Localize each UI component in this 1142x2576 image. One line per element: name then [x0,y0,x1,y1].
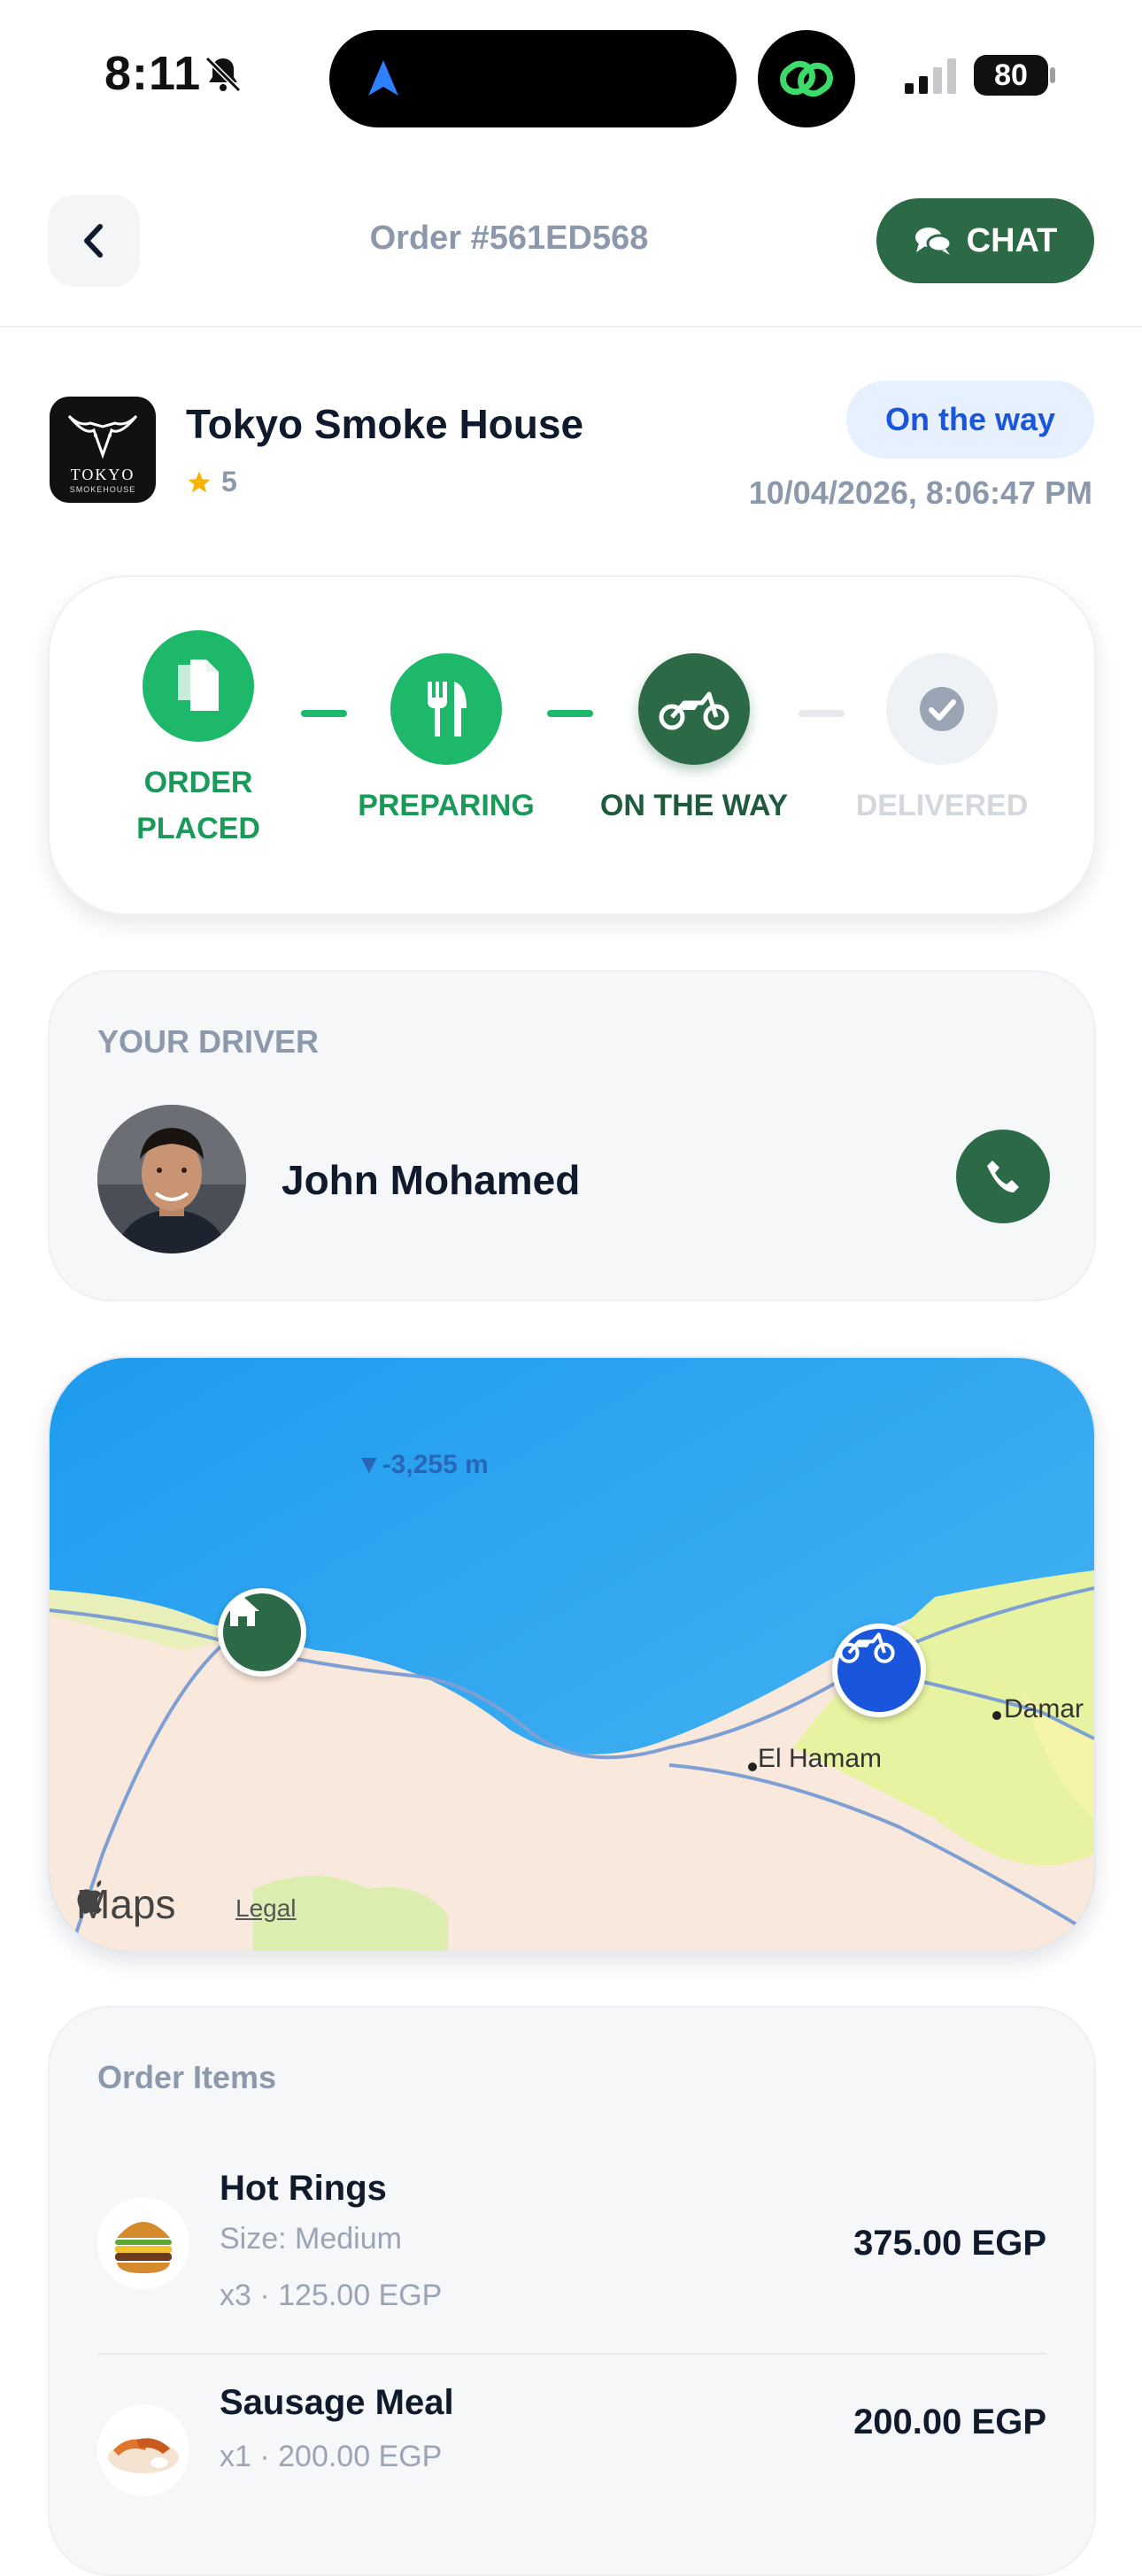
utensils-icon [428,682,467,737]
step-order-placed: ORDER PLACED [83,630,313,852]
document-icon [178,659,219,711]
map-place-label: El Hamam [758,1744,883,1773]
item-size: Size: Medium [220,2222,402,2256]
item-qty-price: x1 · 200.00 EGP [220,2440,443,2473]
driver-caption: YOUR DRIVER [97,1023,320,1060]
restaurant-rating: 5 [186,466,237,498]
chevron-left-icon [84,224,103,258]
order-item: Hot Rings Size: Medium x3 · 125.00 EGP 3… [97,2169,1046,2319]
step-preparing-label: PREPARING [358,789,535,822]
apple-maps-logo: Maps [76,1880,175,1928]
navigation-arrow-icon [368,60,398,96]
driver-location-pin[interactable] [832,1623,926,1717]
restaurant-logo: TOKYO SMOKEHOUSE [50,397,156,503]
driver-avatar [97,1105,246,1253]
driver-card: YOUR DRIVER John Mohamed [48,970,1096,1301]
call-driver-button[interactable] [956,1130,1050,1223]
step-on-the-way: ON THE WAY [579,653,809,829]
map-place-label: Damar [1004,1694,1084,1724]
step-delivered-circle [886,653,998,765]
order-title: Order #561ED568 [369,220,649,257]
item-total: 375.00 EGP [853,2224,1046,2263]
item-total: 200.00 EGP [853,2402,1046,2441]
driver-name: John Mohamed [282,1157,581,1203]
restaurant-name[interactable]: Tokyo Smoke House [186,400,583,448]
item-name: Hot Rings [220,2169,387,2208]
item-divider [97,2353,1046,2355]
dynamic-island [329,30,737,127]
legal-link[interactable]: Legal [235,1894,297,1923]
bull-logo-icon [67,414,138,459]
step-on-the-way-circle [638,653,750,765]
depth-label: ▼-3,255 m [356,1450,489,1479]
burger-icon [115,2222,172,2273]
clock: 8:11 [104,47,202,100]
step-on-the-way-label: ON THE WAY [599,789,789,822]
phone-icon [987,1161,1019,1192]
item-qty-price: x3 · 125.00 EGP [220,2279,443,2312]
step-delivered-label: DELIVERED [855,789,1029,822]
link-app-icon [758,30,855,127]
step-delivered: DELIVERED [827,653,1057,829]
home-icon [226,1596,259,1626]
top-bar: Order #561ED568 CHAT [0,177,1142,328]
chat-button-label: CHAT [966,221,1058,259]
item-thumbnail [97,2404,189,2496]
order-item: Sausage Meal x1 · 200.00 EGP 200.00 EGP [97,2383,1046,2534]
apple-icon [77,1880,102,1914]
order-items-caption: Order Items [97,2059,277,2095]
order-timestamp: 10/04/2026, 8:06:47 PM [748,474,1092,511]
star-icon [188,471,211,492]
status-bar: 8:11 80 [0,0,1142,159]
order-status-badge: On the way [846,381,1094,459]
back-button[interactable] [48,195,140,287]
order-items-card: Order Items Hot Rings Size: Medium x3 · … [48,2006,1096,2576]
check-circle-icon [920,687,964,731]
sausage-meal-icon [108,2438,179,2473]
motorcycle-icon [838,1632,895,1663]
step-order-placed-label: ORDER PLACED [136,766,260,845]
logo-text-sub: SMOKEHOUSE [69,485,136,494]
delivery-map[interactable]: ▼-3,255 m El Hamam Damar Maps Legal [48,1356,1096,1953]
rating-value: 5 [221,466,237,497]
chat-bubbles-icon [914,228,953,255]
item-thumbnail [97,2197,189,2289]
signal-icon [905,58,956,94]
motorcycle-icon [659,691,729,730]
logo-text-main: TOKYO [70,466,135,483]
home-location-pin[interactable] [218,1588,306,1677]
step-preparing-circle [390,653,502,765]
battery-tip [1050,67,1055,83]
order-progress-tracker: ORDER PLACED PREPARING ON THE WAY DELIVE… [48,575,1096,915]
battery-indicator: 80 [974,55,1048,96]
step-preparing: PREPARING [331,653,561,829]
chat-button[interactable]: CHAT [876,198,1094,283]
bell-muted-icon [204,56,242,93]
item-name: Sausage Meal [220,2383,454,2422]
step-order-placed-circle [143,630,254,742]
